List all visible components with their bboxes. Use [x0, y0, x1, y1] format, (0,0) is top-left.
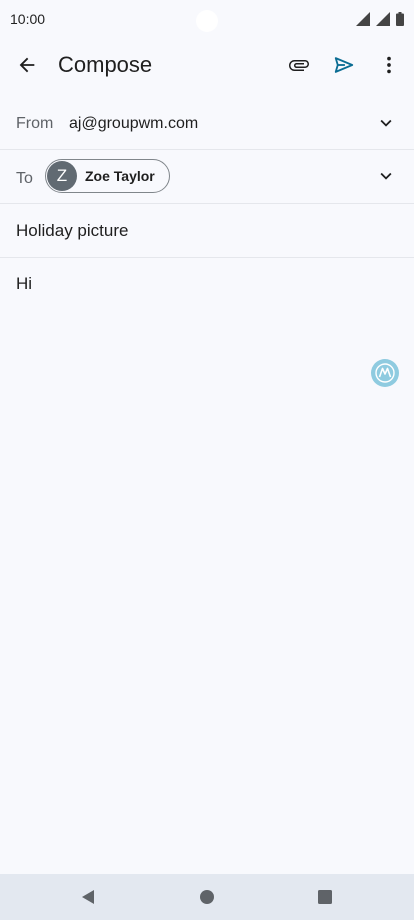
more-options-button[interactable] — [374, 50, 404, 80]
from-row: From aj@groupwm.com — [0, 97, 414, 150]
attach-button[interactable] — [284, 50, 314, 80]
status-icons — [356, 12, 404, 26]
from-account[interactable]: aj@groupwm.com — [69, 115, 198, 133]
battery-icon — [396, 12, 404, 26]
send-icon — [334, 57, 354, 73]
nav-home-icon — [200, 890, 214, 904]
signal-icon — [356, 12, 370, 26]
back-arrow-icon — [19, 57, 35, 73]
motorola-logo-icon — [375, 363, 395, 383]
moto-assistant-button[interactable] — [371, 359, 399, 387]
subject-field[interactable]: Holiday picture — [0, 204, 414, 258]
more-vert-icon — [387, 56, 391, 74]
nav-back-icon — [82, 890, 94, 904]
nav-recents-icon — [318, 890, 332, 904]
from-label: From — [16, 115, 54, 132]
chevron-down-icon — [380, 172, 392, 180]
back-button[interactable] — [12, 50, 42, 80]
chevron-down-icon — [380, 119, 392, 127]
body-text: Hi — [16, 274, 33, 293]
avatar: Z — [47, 161, 77, 191]
nav-recents-button[interactable] — [313, 885, 337, 909]
signal-icon — [376, 12, 390, 26]
to-expand-button[interactable] — [374, 164, 398, 188]
status-time: 10:00 — [10, 11, 46, 27]
page-title: Compose — [58, 52, 153, 77]
paperclip-icon — [289, 60, 309, 71]
from-expand-button[interactable] — [374, 111, 398, 135]
to-label: To — [16, 170, 33, 187]
subject-text: Holiday picture — [16, 221, 129, 240]
recipient-name: Zoe Taylor — [85, 168, 155, 184]
system-nav-bar — [0, 874, 414, 920]
send-button[interactable] — [329, 50, 359, 80]
body-field[interactable]: Hi — [0, 258, 414, 872]
to-row: To Z Zoe Taylor — [0, 150, 414, 204]
nav-home-button[interactable] — [195, 885, 219, 909]
status-bar: 10:00 — [0, 0, 414, 40]
app-bar: Compose — [0, 40, 414, 92]
camera-cutout — [196, 10, 218, 32]
recipient-chip[interactable]: Z Zoe Taylor — [45, 159, 170, 193]
nav-back-button[interactable] — [76, 885, 100, 909]
